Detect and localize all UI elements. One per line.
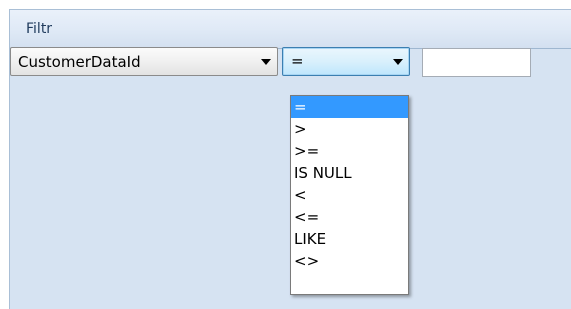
operator-select-value: = <box>291 52 304 70</box>
operator-option[interactable]: <= <box>291 206 408 228</box>
operator-option[interactable]: < <box>291 184 408 206</box>
operator-select[interactable]: = <box>282 47 410 76</box>
operator-dropdown-list: = > >= IS NULL < <= LIKE <> <box>290 95 409 295</box>
field-select[interactable]: CustomerDataId <box>10 47 278 76</box>
chevron-down-icon[interactable] <box>261 59 271 65</box>
operator-option[interactable]: >= <box>291 140 408 162</box>
panel-title: Filtr <box>26 21 53 37</box>
chevron-down-icon[interactable] <box>393 59 403 65</box>
operator-option[interactable]: IS NULL <box>291 162 408 184</box>
operator-option[interactable]: = <box>291 96 408 118</box>
operator-option[interactable]: <> <box>291 250 408 272</box>
panel-header: Filtr <box>10 10 571 49</box>
filter-value-input[interactable] <box>422 48 531 77</box>
operator-option[interactable]: LIKE <box>291 228 408 250</box>
field-select-value: CustomerDataId <box>18 53 141 71</box>
operator-option[interactable]: > <box>291 118 408 140</box>
